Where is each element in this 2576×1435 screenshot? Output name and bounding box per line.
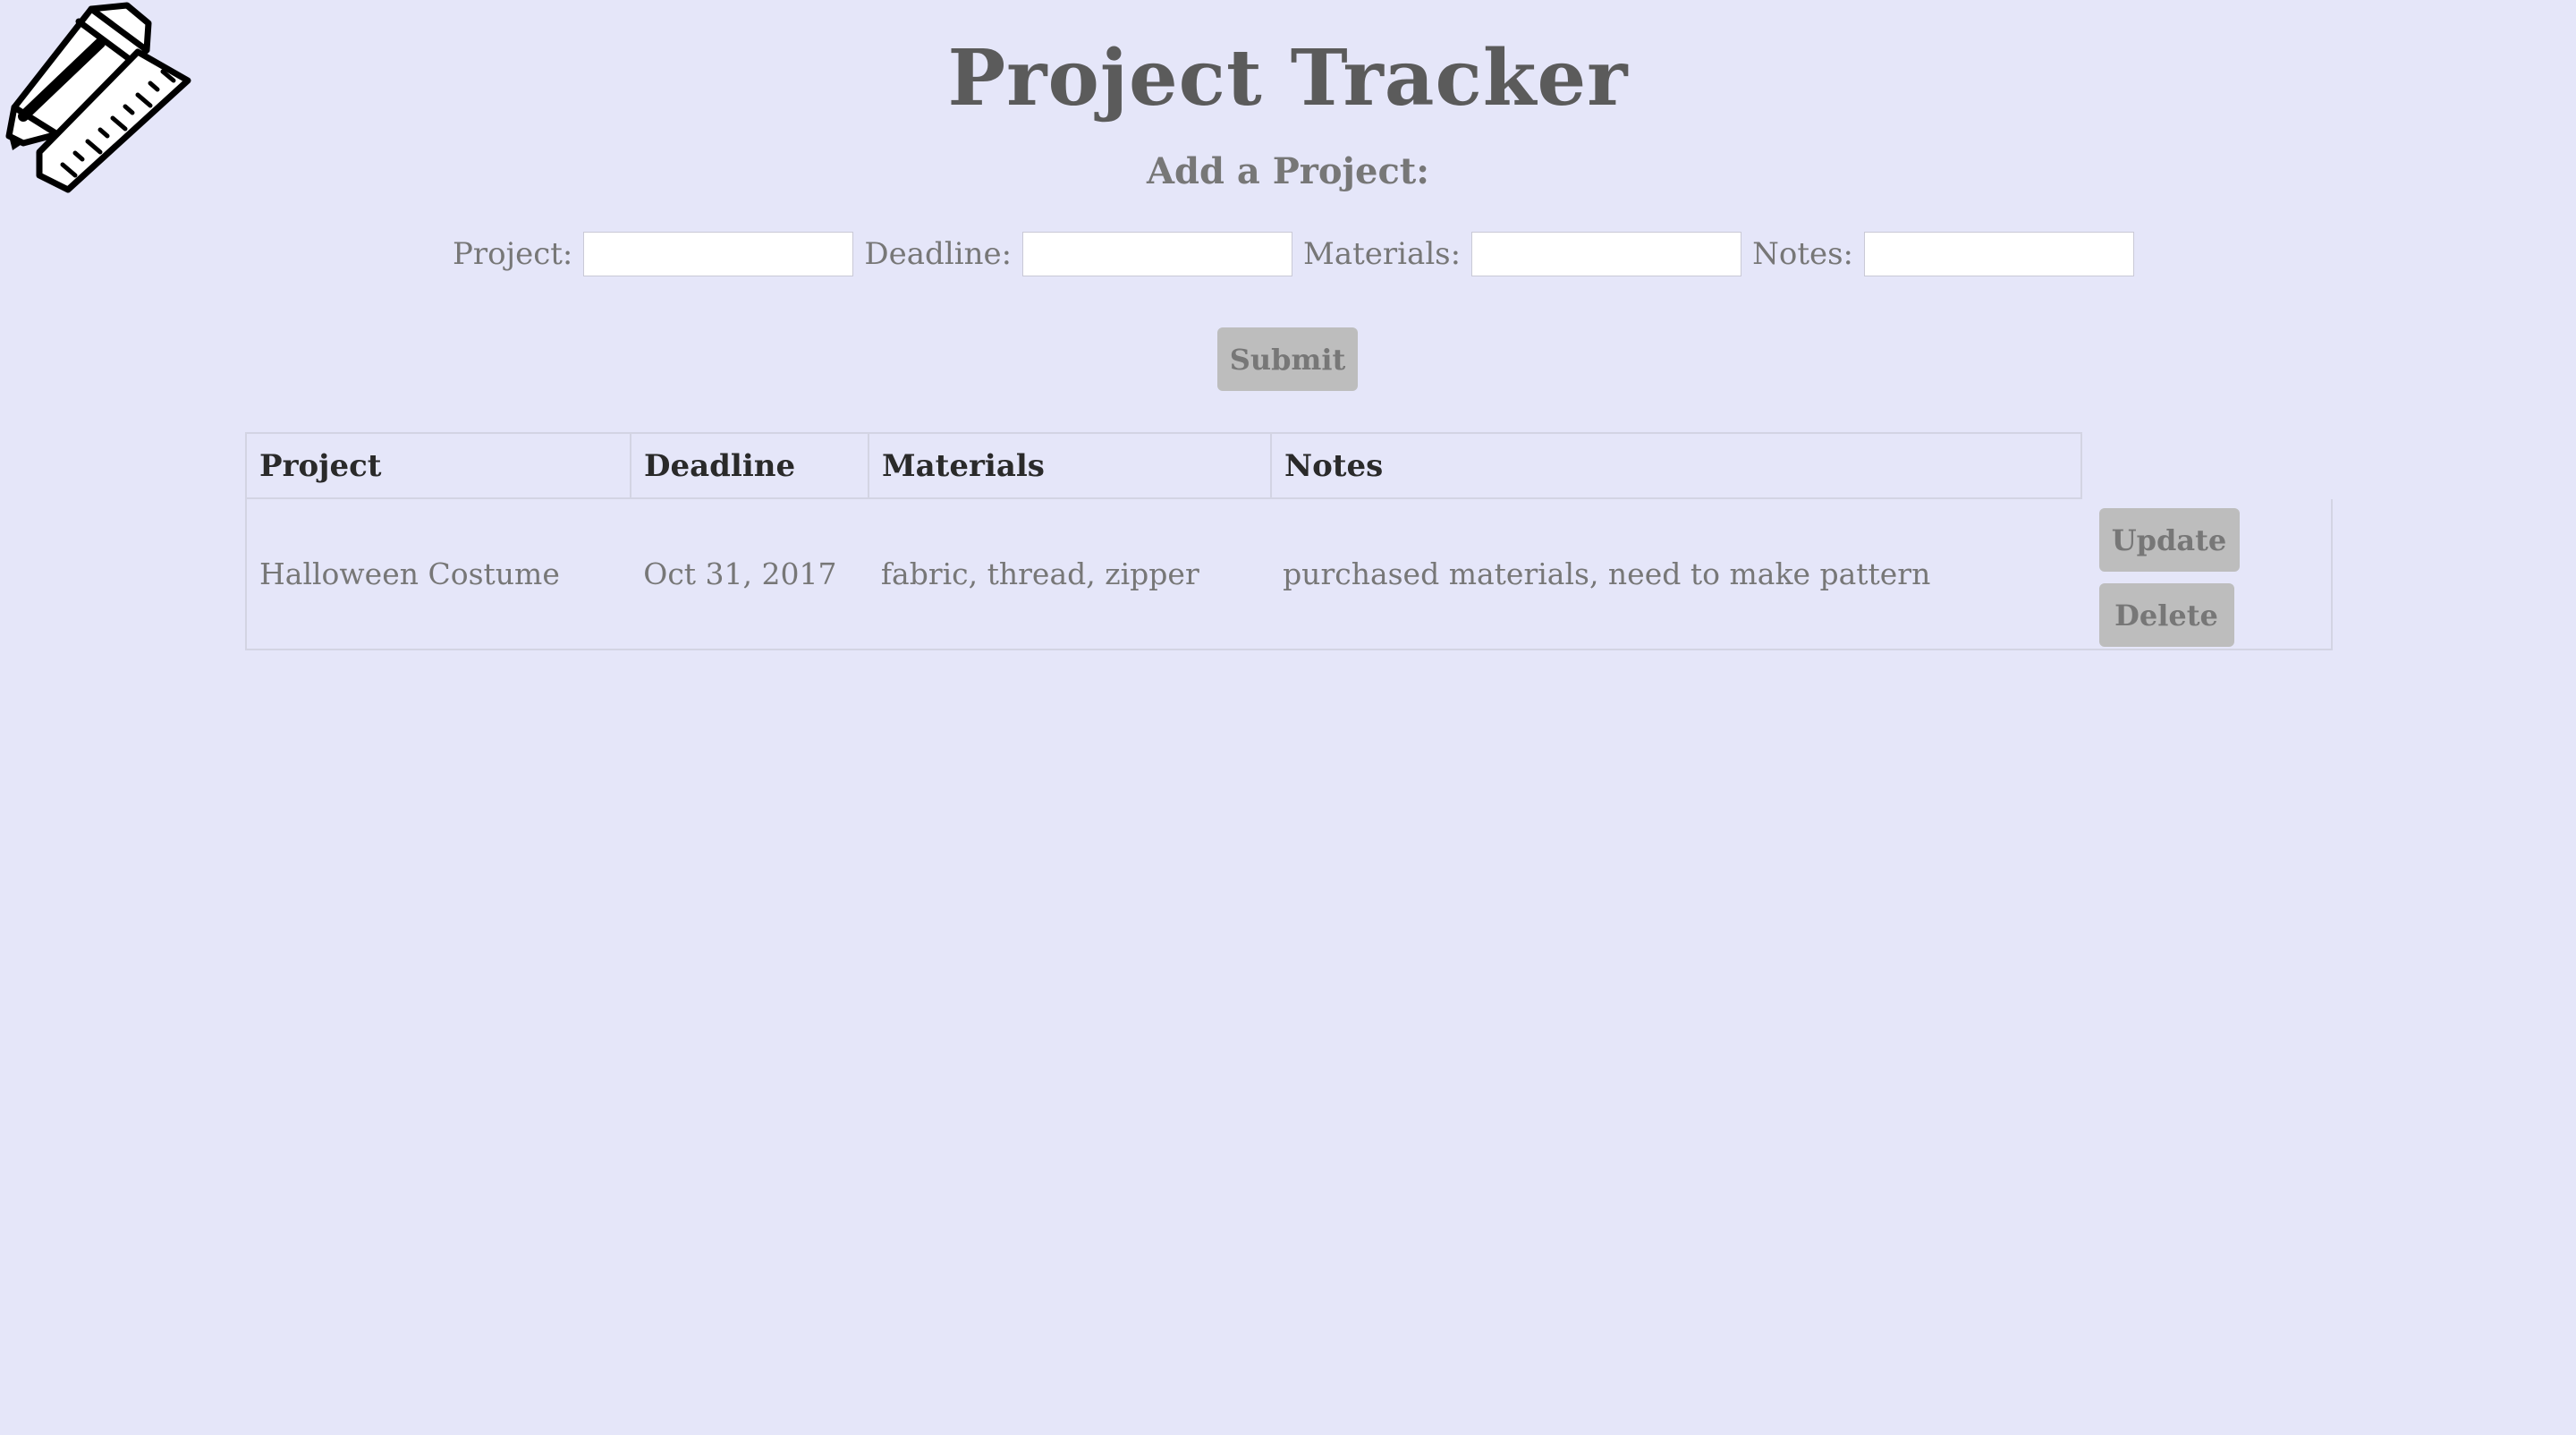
update-button[interactable]: Update (2098, 508, 2240, 572)
projects-table: Project Deadline Materials Notes Hallowe… (245, 432, 2333, 650)
deadline-label: Deadline: (864, 236, 1013, 272)
cell-notes: purchased materials, need to make patter… (1283, 556, 1931, 591)
cell-actions: Update Delete (2078, 499, 2332, 649)
notes-label: Notes: (1752, 236, 1854, 272)
project-input[interactable] (583, 232, 854, 276)
materials-input[interactable] (1471, 232, 1742, 276)
materials-label: Materials: (1303, 236, 1462, 272)
project-label: Project: (452, 236, 573, 272)
column-header-project: Project (247, 434, 631, 497)
column-header-notes: Notes (1284, 447, 1384, 484)
column-header-materials: Materials (869, 434, 1272, 497)
table-header-row: Project Deadline Materials Notes (245, 432, 2082, 499)
cell-deadline: Oct 31, 2017 (643, 556, 837, 591)
cell-materials: fabric, thread, zipper (880, 556, 1199, 591)
cell-project: Halloween Costume (259, 556, 560, 591)
add-project-heading: Add a Project: (1146, 150, 1430, 192)
submit-button[interactable]: Submit (1217, 327, 1358, 391)
delete-button[interactable]: Delete (2098, 583, 2234, 647)
table-row: Halloween Costume Oct 31, 2017 fabric, t… (245, 499, 2333, 650)
column-header-deadline: Deadline (631, 434, 869, 497)
page-title: Project Tracker (947, 33, 1629, 123)
add-project-form: Project: Deadline: Materials: Notes: (0, 229, 2576, 279)
deadline-input[interactable] (1022, 232, 1293, 276)
notes-input[interactable] (1864, 232, 2135, 276)
